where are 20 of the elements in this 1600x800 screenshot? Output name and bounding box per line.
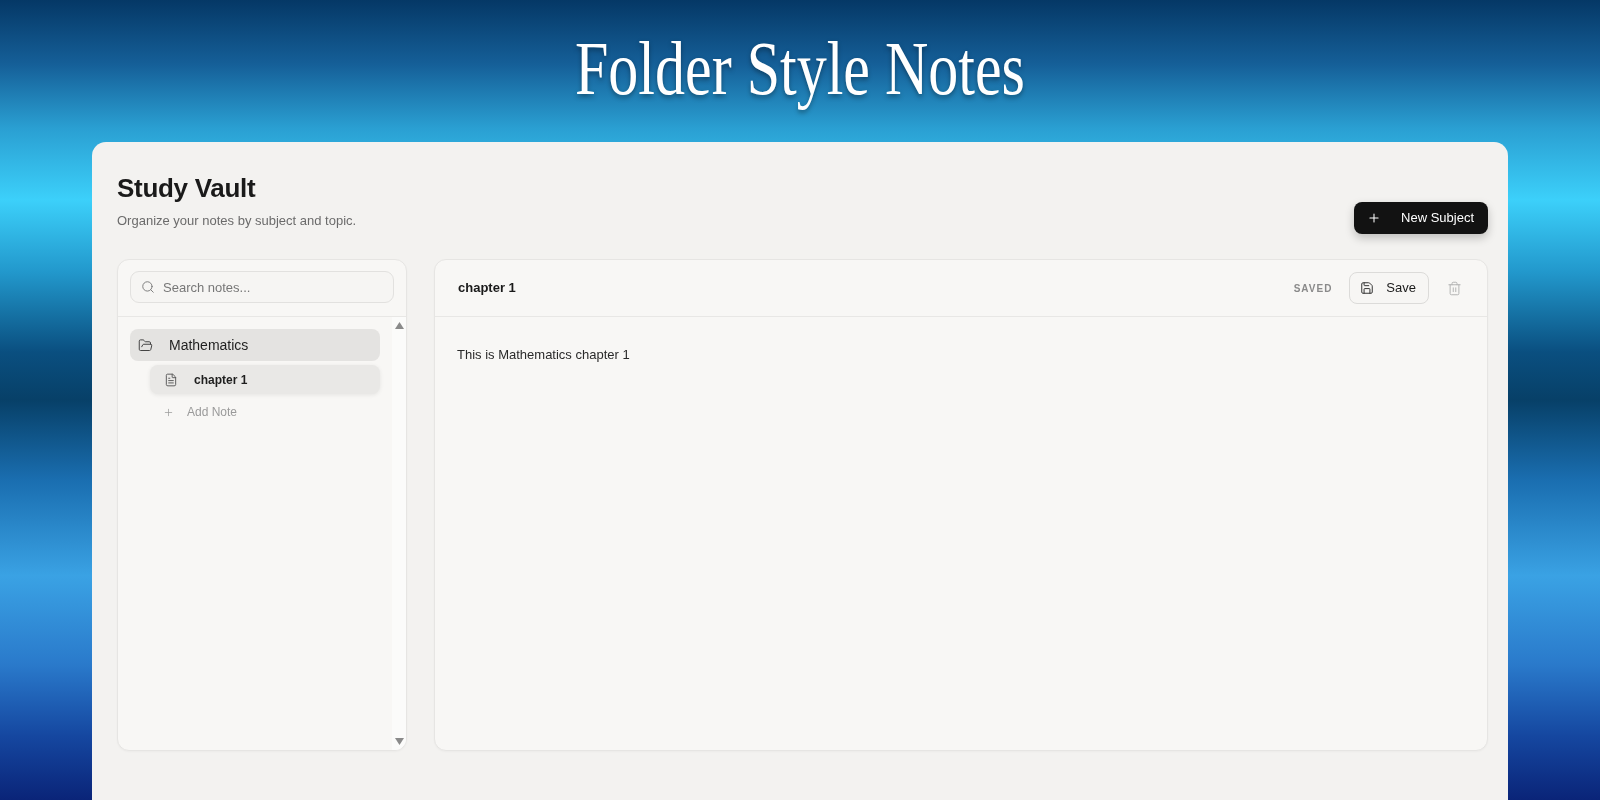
folder-item[interactable]: Mathematics (130, 329, 380, 361)
scroll-down-icon[interactable] (394, 738, 404, 745)
note-item[interactable]: chapter 1 (150, 365, 380, 394)
save-button[interactable]: Save (1349, 272, 1429, 304)
document-icon (164, 372, 178, 387)
scrollbar-track[interactable] (392, 317, 406, 750)
note-body: This is Mathematics chapter 1 (457, 346, 631, 364)
save-icon (1360, 281, 1375, 295)
search-icon (141, 280, 155, 294)
page-subtitle: Organize your notes by subject and topic. (117, 213, 357, 229)
plus-icon (1367, 211, 1381, 225)
page-title: Study Vault (117, 172, 257, 204)
scroll-up-icon[interactable] (394, 322, 404, 329)
search-field[interactable]: Search notes... (130, 271, 394, 303)
trash-icon (1447, 280, 1462, 296)
delete-button[interactable] (1447, 280, 1462, 296)
note-title: chapter 1 (458, 279, 516, 298)
new-subject-button[interactable]: New Subject (1354, 202, 1488, 234)
plus-icon (163, 406, 174, 418)
save-status: SAVED (1293, 281, 1333, 296)
